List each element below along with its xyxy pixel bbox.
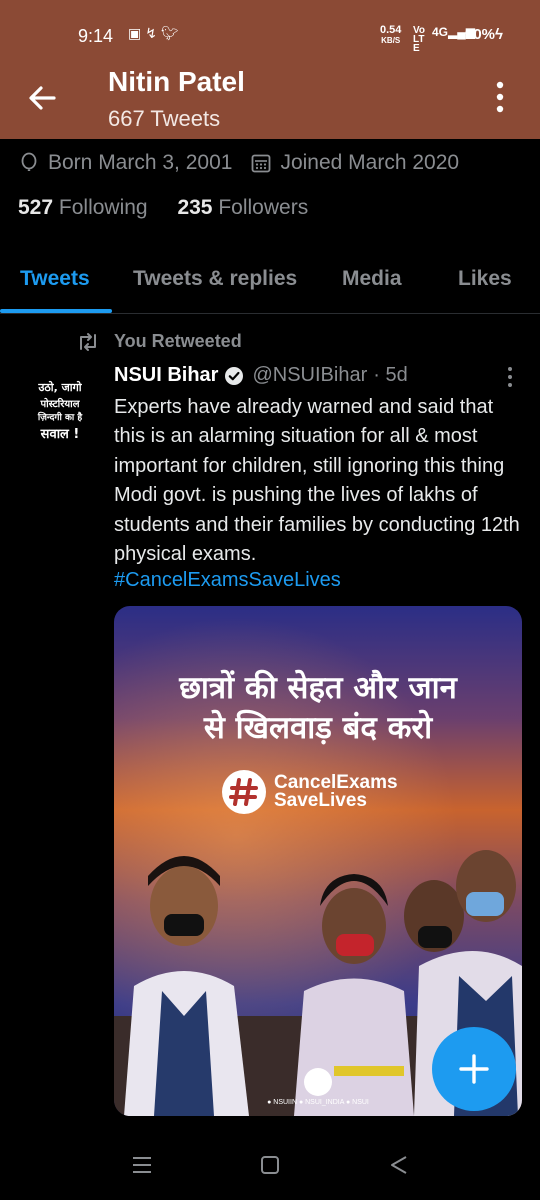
battery-indicator: 90%ϟ (465, 26, 503, 43)
system-nav-bar (0, 1126, 540, 1200)
missed-call-icon: ↯ (145, 25, 161, 41)
tab-likes[interactable]: Likes (458, 267, 512, 291)
vertical-dots-icon (508, 367, 512, 387)
calendar-icon (252, 154, 271, 173)
follow-stats: 527 Following 235 Followers (18, 196, 332, 220)
hashtag-link[interactable]: #CancelExamsSaveLives (114, 569, 341, 592)
battery-charging-icon: ϟ (495, 26, 503, 43)
author-handle: @NSUIBihar (252, 364, 368, 386)
author-name[interactable]: NSUI Bihar (114, 364, 218, 387)
tweet-header: NSUI Bihar @NSUIBihar · 5d (114, 364, 408, 387)
tab-media[interactable]: Media (342, 267, 402, 291)
tweet-count: 667 Tweets (108, 106, 221, 131)
status-bar: 9:14 ▣↯🐦︎ 0.54 KB/S Vo LTE 4G▂▄▆ 90%ϟ (0, 0, 540, 70)
followers-link[interactable]: 235 Followers (177, 196, 308, 219)
image-headline-line1: छात्रों की सेहत और जान (179, 670, 457, 706)
retweet-indicator: You Retweeted (76, 331, 242, 352)
back-button[interactable] (24, 80, 60, 116)
tab-tweets[interactable]: Tweets (20, 267, 90, 291)
profile-header: 9:14 ▣↯🐦︎ 0.54 KB/S Vo LTE 4G▂▄▆ 90%ϟ Ni… (0, 0, 540, 139)
retweet-icon (80, 332, 96, 351)
square-home-icon (261, 1156, 279, 1174)
born-date: Born March 3, 2001 (48, 151, 233, 174)
plus-icon (459, 1054, 489, 1084)
following-link[interactable]: 527 Following (18, 196, 148, 219)
joined-date: Joined March 2020 (280, 151, 460, 174)
net-speed: 0.54 KB/S (380, 24, 402, 46)
triangle-back-icon (391, 1156, 407, 1174)
news-app-icon: ▣ (128, 25, 146, 41)
profile-name: Nitin Patel (108, 66, 245, 97)
image-hashtag: CancelExams SaveLives (274, 772, 398, 811)
hashtag-logo-icon (222, 770, 266, 814)
tab-tweets-replies[interactable]: Tweets & replies (133, 267, 297, 291)
profile-meta: Born March 3, 2001 Joined March 2020 (18, 149, 459, 177)
vertical-dots-icon (496, 81, 504, 113)
system-back-button[interactable] (388, 1155, 410, 1175)
status-time: 9:14 (78, 26, 114, 46)
twitter-icon: 🐦︎ (160, 25, 183, 41)
compose-tweet-button[interactable] (432, 1027, 516, 1111)
home-button[interactable] (259, 1155, 281, 1175)
profile-tabs: Tweets Tweets & replies Media Likes (0, 250, 540, 314)
image-headline-line2: से खिलवाड़ बंद करो (203, 710, 433, 746)
tweet-text: Experts have already warned and said tha… (114, 396, 520, 566)
verified-badge-icon (225, 366, 244, 385)
arrow-left-icon (29, 86, 56, 110)
more-options-button[interactable] (492, 80, 508, 114)
nsui-logo-icon (304, 1068, 332, 1096)
tweet-time: · 5d (373, 364, 408, 386)
menu-lines-icon (133, 1157, 151, 1173)
avatar[interactable]: उठो, जागो पोस्टरियाल ज़िन्दगी का है सवाल… (20, 366, 100, 446)
balloon-icon (21, 152, 37, 171)
tweet-more-button[interactable] (506, 366, 514, 388)
recents-button[interactable] (131, 1155, 153, 1175)
active-tab-indicator (0, 309, 112, 313)
status-notification-icons: ▣↯🐦︎ (128, 25, 183, 42)
volte-indicator: Vo LTE (413, 25, 426, 54)
